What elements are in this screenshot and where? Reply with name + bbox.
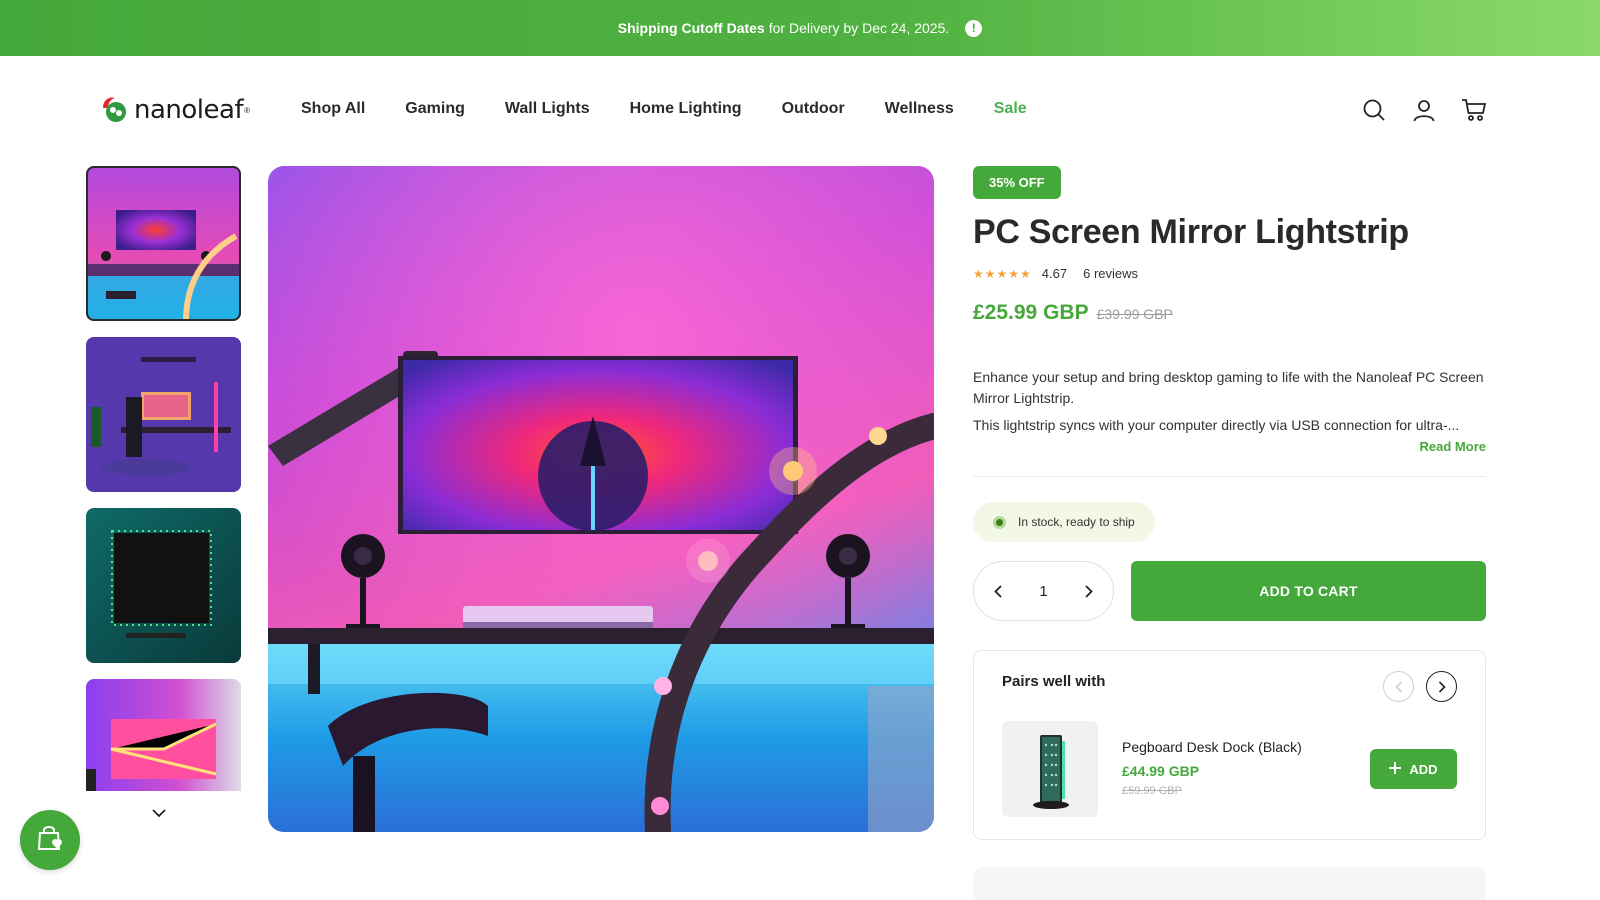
nav-sale[interactable]: Sale (994, 100, 1027, 118)
nav-gaming[interactable]: Gaming (405, 100, 465, 118)
pair-product-image[interactable] (1002, 721, 1098, 817)
pairs-carousel-nav (1383, 671, 1457, 702)
thumbnail-2[interactable] (86, 337, 241, 492)
rating-value: 4.67 (1041, 266, 1068, 281)
discount-badge: 35% OFF (973, 166, 1061, 199)
reviews-link[interactable]: 6 reviews (1083, 266, 1138, 281)
shopping-bag-heart-icon (35, 823, 65, 858)
search-icon[interactable] (1360, 96, 1388, 124)
stock-text: In stock, ready to ship (1018, 515, 1135, 529)
announcement-bar[interactable]: Shipping Cutoff Dates for Delivery by De… (0, 0, 1600, 56)
divider (973, 476, 1486, 477)
thumbnail-list (86, 166, 241, 791)
description-paragraph-1: Enhance your setup and bring desktop gam… (973, 369, 1484, 406)
pair-product-name[interactable]: Pegboard Desk Dock (Black) (1122, 739, 1302, 755)
next-section-card (973, 867, 1486, 900)
site-header: nanoleaf ® Shop All Gaming Wall Lights H… (0, 56, 1600, 166)
main-product-image[interactable] (268, 166, 934, 832)
pair-add-button[interactable]: ADD (1370, 749, 1457, 789)
main-nav: Shop All Gaming Wall Lights Home Lightin… (301, 100, 1067, 118)
add-to-cart-button[interactable]: ADD TO CART (1131, 561, 1486, 621)
logo-reg: ® (244, 105, 251, 115)
read-more-link[interactable]: Read More (973, 439, 1486, 454)
thumbnail-3[interactable] (86, 508, 241, 663)
nav-shop-all[interactable]: Shop All (301, 100, 365, 118)
quantity-stepper: 1 (973, 561, 1114, 621)
carousel-next-button[interactable] (1426, 671, 1457, 702)
product-title: PC Screen Mirror Lightstrip (973, 213, 1409, 251)
announcement-text: for Delivery by Dec 24, 2025. (768, 20, 950, 36)
nanoleaf-logo-icon (100, 94, 132, 126)
rating-stars: ★★★★★ (973, 266, 1032, 281)
chevron-left-icon[interactable] (994, 584, 1002, 598)
nav-wellness[interactable]: Wellness (885, 100, 954, 118)
plus-icon (1389, 761, 1402, 777)
announcement-bold: Shipping Cutoff Dates (617, 20, 765, 36)
thumbnail-4[interactable] (86, 679, 241, 791)
original-price: £39.99 GBP (1096, 306, 1173, 322)
quantity-value[interactable]: 1 (1039, 583, 1047, 600)
pair-product-original-price: £59.99 GBP (1122, 785, 1182, 797)
product-panel: 35% OFF PC Screen Mirror Lightstrip ★★★★… (973, 166, 1486, 840)
nav-outdoor[interactable]: Outdoor (782, 100, 845, 118)
header-actions (1360, 96, 1488, 124)
stock-status: In stock, ready to ship (973, 502, 1155, 542)
sale-price: £25.99 GBP (973, 301, 1089, 324)
nav-home-lighting[interactable]: Home Lighting (630, 100, 742, 118)
product-description: Enhance your setup and bring desktop gam… (973, 367, 1486, 436)
description-paragraph-2: This lightstrip syncs with your computer… (973, 417, 1460, 433)
cart-icon[interactable] (1460, 96, 1488, 124)
buy-row: 1 ADD TO CART (973, 561, 1486, 621)
chevron-down-icon[interactable] (152, 805, 166, 823)
logo[interactable]: nanoleaf ® (100, 94, 250, 126)
pairs-well-with: Pairs well with Pegboard Desk Dock (Blac… (973, 650, 1486, 840)
thumbnail-1[interactable] (86, 166, 241, 321)
rating-row[interactable]: ★★★★★ 4.67 6 reviews (973, 266, 1486, 281)
account-icon[interactable] (1410, 96, 1438, 124)
logo-text: nanoleaf (134, 95, 244, 125)
pair-product-price: £44.99 GBP (1122, 763, 1200, 779)
alert-circle-icon[interactable]: ! (965, 19, 983, 37)
stock-dot-icon (993, 515, 1006, 529)
pair-add-label: ADD (1409, 761, 1438, 777)
chevron-right-icon[interactable] (1085, 584, 1093, 598)
nav-wall-lights[interactable]: Wall Lights (505, 100, 590, 118)
price-row: £25.99 GBP £39.99 GBP (973, 301, 1486, 325)
carousel-prev-button[interactable] (1383, 671, 1414, 702)
pairs-title: Pairs well with (1002, 673, 1106, 690)
shop-app-button[interactable] (20, 810, 80, 870)
